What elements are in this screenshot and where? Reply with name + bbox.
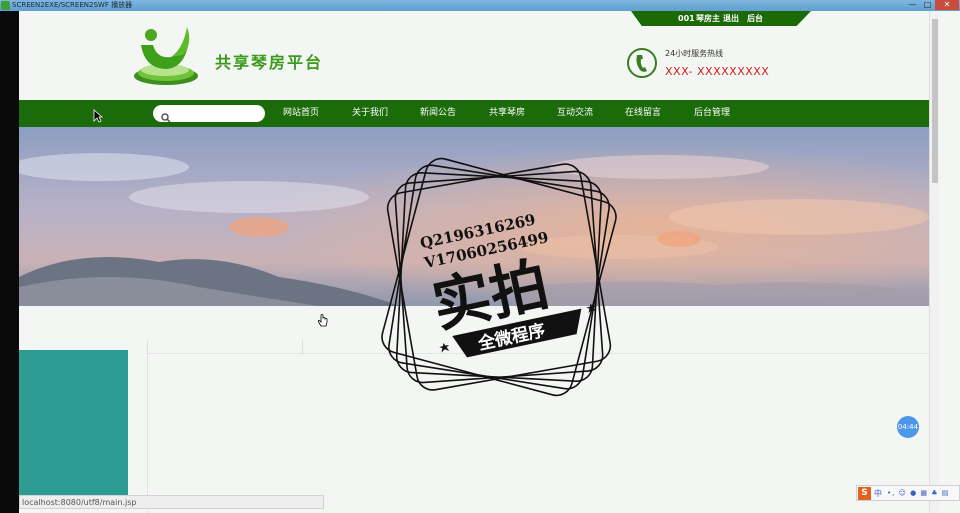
nav-item-about[interactable]: 关于我们 xyxy=(352,100,388,127)
ime-mode[interactable]: 中 xyxy=(874,486,882,501)
right-frame-border xyxy=(939,11,960,513)
site-name: 共享琴房平台 xyxy=(215,53,324,72)
user-id: 001 xyxy=(678,14,695,23)
user-topbar: 001 琴房主 退出 后台 xyxy=(631,11,811,26)
phone-icon xyxy=(626,47,658,79)
maximize-button[interactable]: □ xyxy=(920,0,935,10)
left-frame-border xyxy=(0,11,19,513)
nav-item-admin[interactable]: 后台管理 xyxy=(694,100,730,127)
window-titlebar: SCREEN2EXE/SCREEN2SWF 播放器 — □ ✕ xyxy=(0,0,960,11)
ime-tray-icons[interactable]: •, ☺ ● ▦ ♣ ▤ xyxy=(887,486,949,501)
browser-statusbar: localhost:8080/utf8/main.jsp xyxy=(19,495,324,509)
nav-item-message[interactable]: 在线留言 xyxy=(625,100,661,127)
scrollbar-thumb[interactable] xyxy=(932,19,938,183)
site-logo[interactable] xyxy=(131,19,201,91)
ime-logo-icon[interactable]: S xyxy=(858,487,871,500)
hand-cursor-icon xyxy=(317,314,328,327)
time-badge[interactable]: 04:44 xyxy=(897,416,919,438)
page-viewport: 001 琴房主 退出 后台 共享琴房平台 24小时服务热线 XXX- XXXXX… xyxy=(19,11,939,513)
vertical-scrollbar[interactable] xyxy=(929,11,939,513)
nav-item-news[interactable]: 新闻公告 xyxy=(420,100,456,127)
window-title: SCREEN2EXE/SCREEN2SWF 播放器 xyxy=(12,1,133,9)
search-input[interactable] xyxy=(175,107,259,120)
arrow-cursor-icon xyxy=(93,109,103,123)
user-role: 琴房主 xyxy=(696,14,720,23)
ime-toolbar[interactable]: S 中 •, ☺ ● ▦ ♣ ▤ xyxy=(856,485,960,501)
admin-link[interactable]: 后台 xyxy=(747,11,763,26)
main-navbar: 网站首页 关于我们 新闻公告 共享琴房 互动交流 在线留言 后台管理 xyxy=(19,100,929,127)
nav-item-forum[interactable]: 互动交流 xyxy=(557,100,593,127)
search-box xyxy=(153,105,265,123)
hotline-number: XXX- XXXXXXXXX xyxy=(665,65,770,78)
status-url: localhost:8080/utf8/main.jsp xyxy=(22,498,137,507)
hotline-label: 24小时服务热线 xyxy=(665,49,724,58)
watermark-stamp: Q2196316269 V17060256499 实拍 全微程序 xyxy=(367,151,631,411)
search-icon[interactable] xyxy=(161,108,171,127)
content-divider xyxy=(147,354,148,513)
logout-link[interactable]: 退出 xyxy=(723,11,739,26)
close-button[interactable]: ✕ xyxy=(935,0,959,10)
minimize-button[interactable]: — xyxy=(905,0,920,10)
nav-item-home[interactable]: 网站首页 xyxy=(283,100,319,127)
left-panel xyxy=(19,350,128,499)
app-icon xyxy=(1,1,10,10)
content-column-1 xyxy=(147,340,302,354)
nav-item-rooms[interactable]: 共享琴房 xyxy=(489,100,525,127)
